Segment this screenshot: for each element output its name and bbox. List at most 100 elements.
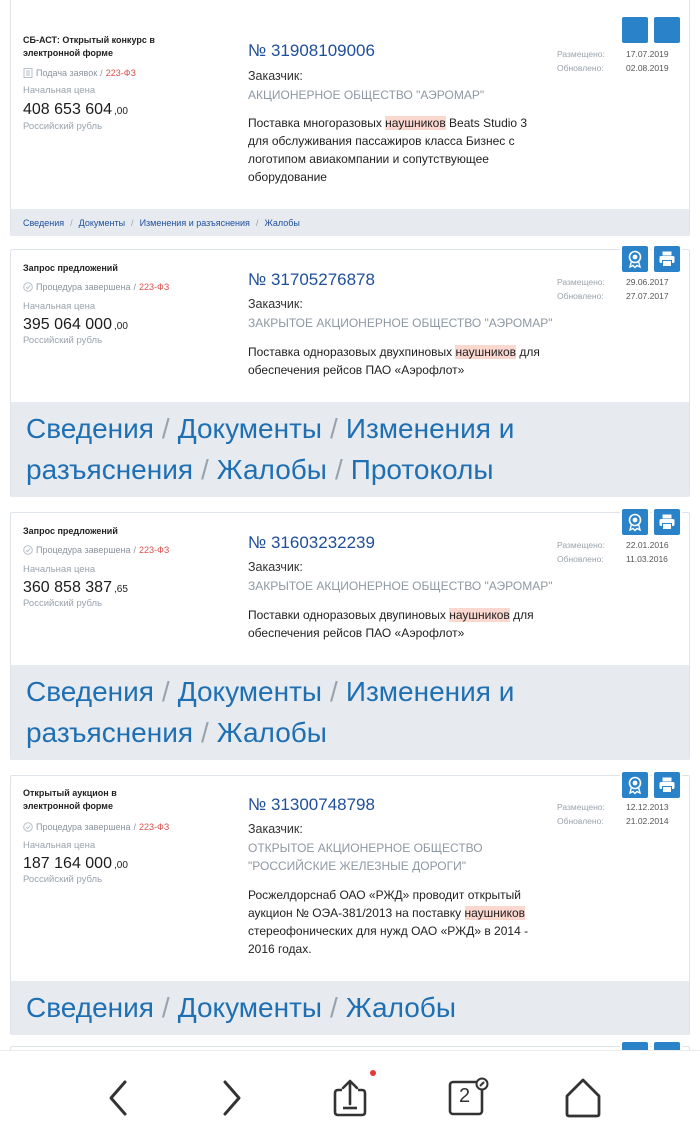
- placed-date: 29.06.2017: [626, 277, 669, 287]
- award-button[interactable]: [620, 15, 650, 45]
- tender-description: Поставка одноразовых двухпиновых наушник…: [248, 345, 540, 377]
- home-button[interactable]: [558, 1073, 608, 1123]
- tender-number-link[interactable]: № 31300748798: [248, 795, 375, 815]
- card-links: Сведения / Документы / Изменения и разъяснен…: [11, 665, 689, 760]
- tender-card: СБ-АСТ: Открытый конкурс в электронной ф…: [10, 0, 690, 236]
- check-circle-icon: [23, 822, 33, 832]
- tender-description: Поставки одноразовых двупиновых наушнико…: [248, 608, 534, 640]
- tender-type: Запрос предложений: [23, 263, 118, 273]
- award-icon: [628, 513, 642, 532]
- print-button[interactable]: [652, 15, 682, 45]
- home-icon: [565, 1078, 601, 1118]
- customer-label: Заказчик:: [248, 822, 303, 836]
- tender-description: Поставка многоразовых наушников Beats St…: [248, 116, 528, 184]
- card-links: Сведения / Документы / Изменения и разъясн…: [11, 209, 689, 236]
- tender-card: Открытый аукцион в электронной форме Про…: [10, 770, 690, 1035]
- placed-label: Размещено:: [557, 540, 605, 550]
- link-protocols[interactable]: Протоколы: [351, 454, 494, 485]
- tender-number-link[interactable]: № 31705276878: [248, 270, 375, 290]
- customer-name-link[interactable]: ЗАКРЫТОЕ АКЦИОНЕРНОЕ ОБЩЕСТВО "АЭРОМАР": [248, 314, 568, 332]
- placed-label: Размещено:: [557, 49, 605, 59]
- price-value: 395 064 000,00: [23, 316, 128, 333]
- search-results-page: СБ-АСТ: Открытый конкурс в электронной ф…: [0, 0, 700, 1142]
- link-details[interactable]: Сведения: [26, 992, 154, 1023]
- updated-date: 21.02.2014: [626, 816, 669, 826]
- placed-date: 17.07.2019: [626, 49, 669, 59]
- tender-status: Процедура завершена / 223-ФЗ: [23, 822, 169, 832]
- status-label: Процедура завершена: [36, 545, 131, 555]
- award-button[interactable]: [620, 507, 650, 537]
- customer-name-link[interactable]: ОТКРЫТОЕ АКЦИОНЕРНОЕ ОБЩЕСТВО "РОССИЙСКИ…: [248, 839, 568, 875]
- check-circle-icon: [23, 545, 33, 555]
- price-cents: ,00: [113, 321, 128, 332]
- share-button[interactable]: [325, 1070, 376, 1123]
- updated-date: 02.08.2019: [626, 63, 669, 73]
- status-label: Процедура завершена: [36, 822, 131, 832]
- link-documents[interactable]: Документы: [178, 413, 322, 444]
- back-icon: [109, 1080, 127, 1116]
- forward-button[interactable]: [207, 1073, 257, 1123]
- check-circle-icon: [23, 282, 33, 292]
- price-cents: ,00: [113, 106, 128, 117]
- price-label: Начальная цена: [23, 564, 96, 575]
- placed-date: 22.01.2016: [626, 540, 669, 550]
- tabs-count: 2: [459, 1085, 471, 1107]
- search-highlight: наушников: [455, 345, 517, 359]
- award-icon: [628, 776, 642, 795]
- print-button[interactable]: [652, 770, 682, 800]
- tender-type: СБ-АСТ: Открытый конкурс в электронной ф…: [23, 35, 155, 58]
- link-documents[interactable]: Документы: [178, 676, 322, 707]
- status-label: Процедура завершена: [36, 282, 131, 292]
- tender-number-link[interactable]: № 31908109006: [248, 41, 375, 61]
- law-label: 223-ФЗ: [139, 545, 170, 555]
- link-details[interactable]: Сведения: [26, 676, 154, 707]
- updated-label: Обновлено:: [557, 291, 604, 301]
- link-complaints[interactable]: Жалобы: [217, 717, 327, 748]
- price-value: 360 858 387,65: [23, 579, 128, 596]
- search-highlight: наушников: [385, 116, 446, 130]
- tender-card: Запрос предложений Процедура завершена /…: [10, 507, 690, 760]
- print-icon: [659, 251, 675, 267]
- customer-label: Заказчик:: [248, 297, 303, 311]
- link-details[interactable]: Сведения: [23, 218, 64, 228]
- link-complaints[interactable]: Жалобы: [217, 454, 327, 485]
- award-icon: [628, 250, 642, 269]
- print-icon: [659, 777, 675, 793]
- link-documents[interactable]: Документы: [178, 992, 322, 1023]
- law-label: 223-ФЗ: [139, 282, 170, 292]
- currency-label: Российский рубль: [23, 874, 103, 885]
- back-button[interactable]: [93, 1073, 143, 1123]
- price-value: 187 164 000,00: [23, 855, 128, 872]
- updated-label: Обновлено:: [557, 816, 604, 826]
- status-label: Подача заявок: [36, 68, 98, 78]
- award-button[interactable]: [620, 770, 650, 800]
- customer-name-link[interactable]: ЗАКРЫТОЕ АКЦИОНЕРНОЕ ОБЩЕСТВО "АЭРОМАР": [248, 577, 568, 595]
- tabs-button[interactable]: 2: [442, 1073, 492, 1123]
- link-details[interactable]: Сведения: [26, 413, 154, 444]
- placed-label: Размещено:: [557, 802, 605, 812]
- updated-date: 27.07.2017: [626, 291, 669, 301]
- award-button[interactable]: [620, 244, 650, 274]
- link-complaints[interactable]: Жалобы: [264, 218, 299, 228]
- print-button[interactable]: [652, 244, 682, 274]
- share-icon: [333, 1079, 367, 1117]
- customer-label: Заказчик:: [248, 69, 303, 83]
- tender-card: Запрос предложений Процедура завершена /…: [10, 244, 690, 497]
- currency-label: Российский рубль: [23, 121, 103, 132]
- forward-icon: [223, 1080, 241, 1116]
- link-changes[interactable]: Изменения и разъяснения: [140, 218, 250, 228]
- link-complaints[interactable]: Жалобы: [346, 992, 456, 1023]
- updated-date: 11.03.2016: [626, 554, 668, 564]
- print-button[interactable]: [652, 507, 682, 537]
- customer-name-link[interactable]: АКЦИОНЕРНОЕ ОБЩЕСТВО "АЭРОМАР": [248, 86, 568, 104]
- tender-type: Запрос предложений: [23, 526, 118, 536]
- tender-number-link[interactable]: № 31603232239: [248, 533, 375, 553]
- price-cents: ,65: [113, 584, 128, 595]
- price-value: 408 653 604,00: [23, 101, 128, 118]
- card-links: Сведения / Документы / Жалобы: [11, 981, 689, 1035]
- link-documents[interactable]: Документы: [79, 218, 125, 228]
- currency-label: Российский рубль: [23, 598, 103, 609]
- card-links: Сведения / Документы / Изменения и разъяснен…: [11, 402, 689, 497]
- tender-status: Процедура завершена / 223-ФЗ: [23, 282, 169, 292]
- document-icon: [23, 68, 33, 78]
